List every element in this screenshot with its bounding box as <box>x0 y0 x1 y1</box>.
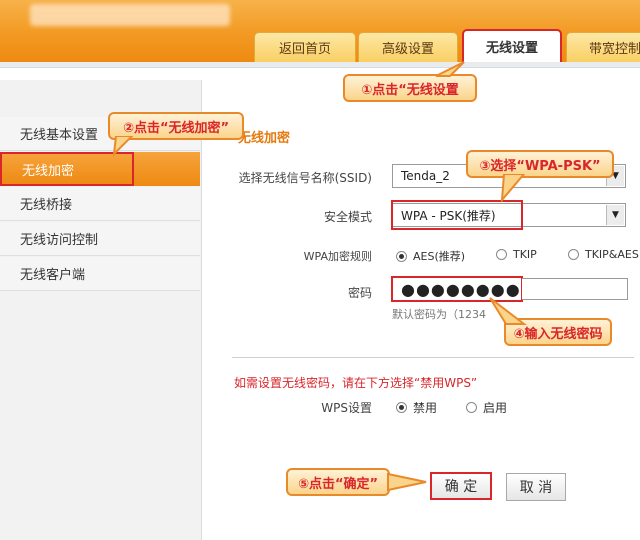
wps-notice: 如需设置无线密码，请在下方选择“禁用WPS” <box>234 376 478 390</box>
tab-home[interactable]: 返回首页 <box>254 32 356 62</box>
ssid-value: Tenda_2 <box>401 169 450 183</box>
wpa-rule-tkip[interactable]: TKIP <box>496 248 537 261</box>
radio-tkip-aes[interactable] <box>568 249 579 260</box>
security-mode-label: 安全模式 <box>323 210 372 224</box>
sidebar-active-bar <box>134 152 200 186</box>
top-header: 返回首页 高级设置 无线设置 带宽控制 <box>0 0 640 62</box>
callout-step1-tail <box>435 61 465 77</box>
ok-button[interactable]: 确 定 <box>430 472 492 500</box>
callout-step5-tail <box>387 472 427 492</box>
radio-aes-label: AES(推荐) <box>413 250 466 263</box>
radio-wps-enable[interactable] <box>466 402 477 413</box>
sidebar-item-wireless-encryption[interactable]: 无线加密 <box>0 152 134 186</box>
sidebar-item-wireless-bridge[interactable]: 无线桥接 <box>0 187 200 221</box>
cancel-button[interactable]: 取 消 <box>506 473 566 501</box>
callout-step3: ③选择“WPA-PSK” <box>466 150 614 178</box>
radio-wps-enable-label: 启用 <box>483 401 508 415</box>
wps-disable[interactable]: 禁用 <box>396 399 437 416</box>
password-input-tail <box>522 278 628 300</box>
wpa-rule-aes[interactable]: AES(推荐) <box>396 248 465 264</box>
section-title: 无线加密 <box>238 131 291 146</box>
radio-tkip-aes-label: TKIP&AES <box>585 248 639 261</box>
tab-wireless-settings[interactable]: 无线设置 <box>462 29 562 62</box>
callout-step1: ①点击“无线设置 <box>343 74 477 102</box>
wps-enable[interactable]: 启用 <box>466 399 507 416</box>
sidebar-item-wireless-client[interactable]: 无线客户端 <box>0 257 200 291</box>
brand-logo <box>30 4 230 26</box>
chevron-down-icon: ▼ <box>606 205 624 225</box>
callout-step3-tail <box>500 174 526 204</box>
wpa-rule-tkip-aes[interactable]: TKIP&AES <box>568 248 639 261</box>
callout-step2-tail <box>112 136 134 156</box>
security-mode-highlight <box>391 200 523 230</box>
sidebar-item-access-control[interactable]: 无线访问控制 <box>0 222 200 256</box>
tab-bandwidth-control[interactable]: 带宽控制 <box>566 32 640 62</box>
password-hint: 默认密码为（1234 <box>392 308 486 321</box>
radio-wps-disable[interactable] <box>396 402 407 413</box>
sidebar: 无线基本设置 <box>0 80 202 540</box>
radio-tkip[interactable] <box>496 249 507 260</box>
radio-aes[interactable] <box>396 250 407 262</box>
header-divider <box>0 62 640 68</box>
callout-step4-tail <box>489 297 527 325</box>
callout-step5: ⑤点击“确定” <box>286 468 390 496</box>
ssid-label: 选择无线信号名称(SSID) <box>238 171 372 185</box>
radio-wps-disable-label: 禁用 <box>413 401 438 415</box>
wpa-rule-label: WPA加密规则 <box>303 250 372 263</box>
wps-label: WPS设置 <box>321 401 372 415</box>
section-divider <box>232 357 634 358</box>
radio-tkip-label: TKIP <box>513 248 537 261</box>
password-label: 密码 <box>347 286 372 300</box>
